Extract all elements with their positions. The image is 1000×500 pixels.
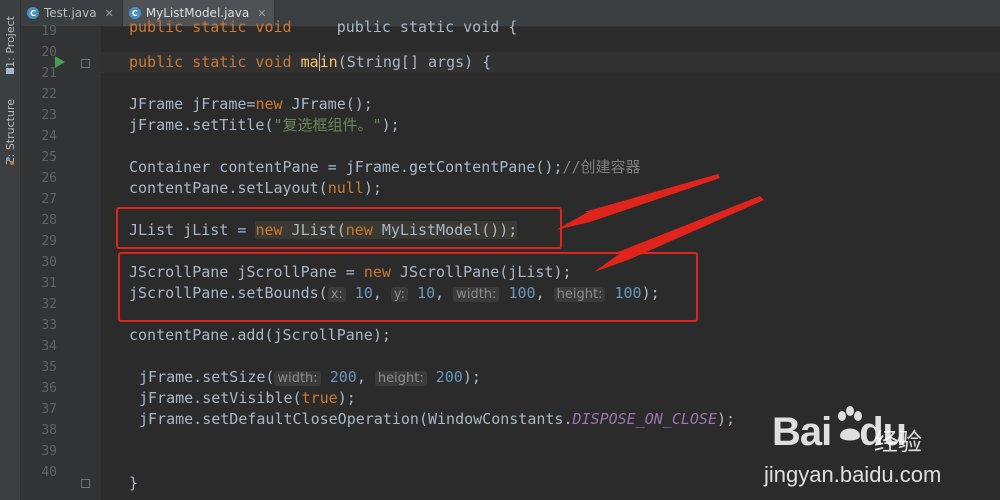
code-line-23: jFrame.setTitle("复选框组件。"); xyxy=(129,116,400,134)
code-line-35: jFrame.setSize(width: 200, height: 200); xyxy=(139,368,481,386)
project-tab-label: 1: Project xyxy=(3,16,17,68)
line-number: 30 xyxy=(41,255,57,270)
line-number: 38 xyxy=(41,423,57,438)
line-number: 34 xyxy=(41,339,57,354)
code-line-25: Container contentPane = jFrame.getConten… xyxy=(129,158,641,176)
project-folder-icon xyxy=(2,62,18,76)
line-number: 25 xyxy=(41,150,57,165)
line-number: 35 xyxy=(41,360,57,375)
line-number: 19 xyxy=(41,24,57,39)
watermark-url: jingyan.baidu.com xyxy=(764,462,942,487)
code-line-33: contentPane.add(jScrollPane); xyxy=(129,326,391,344)
code-line-37: jFrame.setDefaultCloseOperation(WindowCo… xyxy=(139,410,736,428)
annotation-box-jscrollpane xyxy=(118,252,698,322)
fold-icon[interactable] xyxy=(81,479,90,488)
tool-window-strip: 1: Project Z: Structure xyxy=(0,0,21,500)
param-hint: width: xyxy=(274,371,321,386)
line-number: 29 xyxy=(41,234,57,249)
watermark-jingyan-text: 经验 xyxy=(874,428,922,456)
code-line-22: JFrame jFrame=new JFrame(); xyxy=(129,95,373,113)
code-line-40: } xyxy=(129,474,139,492)
line-number: 40 xyxy=(41,465,57,480)
code-line-26: contentPane.setLayout(null); xyxy=(129,179,382,197)
paw-icon xyxy=(838,406,862,441)
java-class-icon: C xyxy=(27,7,39,19)
line-number: 22 xyxy=(41,87,57,102)
param-hint: height: xyxy=(374,371,427,386)
fold-icon[interactable] xyxy=(81,59,90,68)
line-number: 20 xyxy=(41,45,57,60)
line-number: 27 xyxy=(41,192,57,207)
run-icon[interactable] xyxy=(55,56,65,68)
line-number: 31 xyxy=(41,276,57,291)
line-number: 26 xyxy=(41,171,57,186)
close-icon[interactable]: ✕ xyxy=(105,7,114,20)
line-number: 28 xyxy=(41,213,57,228)
baidu-jingyan-watermark: Bai du 经验 jingyan.baidu.com xyxy=(752,404,992,494)
line-number: 32 xyxy=(41,297,57,312)
code-line-36: jFrame.setVisible(true); xyxy=(139,389,356,407)
line-number: 33 xyxy=(41,318,57,333)
line-number: 36 xyxy=(41,381,57,396)
line-number: 37 xyxy=(41,402,57,417)
editor-gutter: 19 20 21 22 23 24 25 26 27 28 29 30 31 32 33 34 35 36 37 38… xyxy=(21,24,102,500)
annotation-box-jlist xyxy=(116,207,562,249)
code-line-19: public static void public static void { xyxy=(129,18,518,36)
line-number: 23 xyxy=(41,108,57,123)
line-number: 39 xyxy=(41,444,57,459)
line-number: 24 xyxy=(41,129,57,144)
tab-label: Test.java xyxy=(44,6,97,20)
structure-icon xyxy=(2,152,18,166)
line-number: 21 xyxy=(41,66,57,81)
code-line-20: public static void main(String[] args) { xyxy=(101,52,1000,73)
